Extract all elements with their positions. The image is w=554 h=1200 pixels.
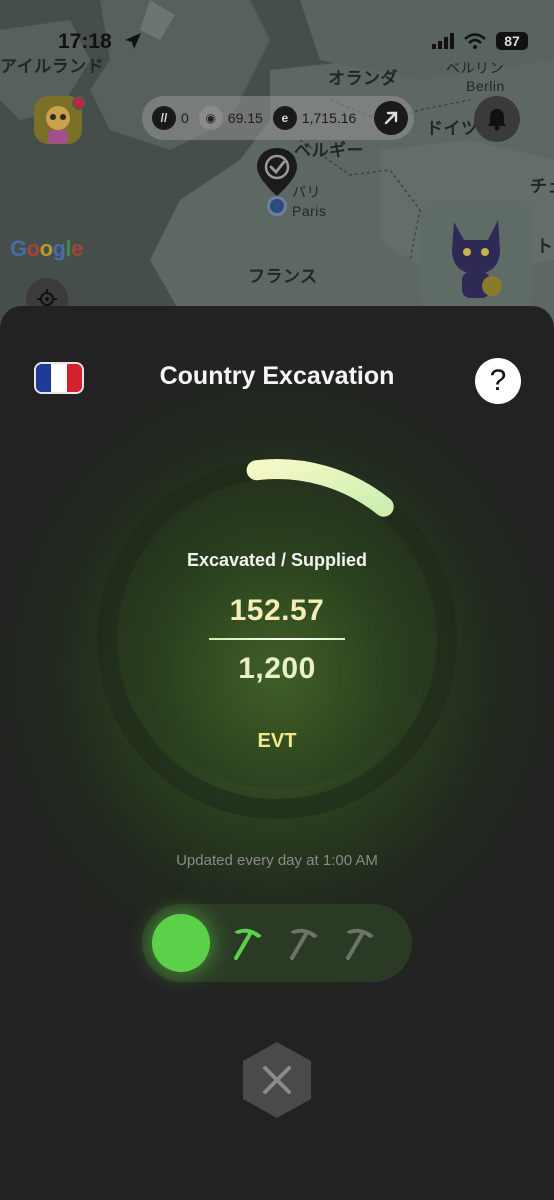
help-button[interactable]: ?: [475, 358, 521, 404]
google-logo: Google: [10, 236, 83, 261]
sheet-title: Country Excavation: [159, 362, 395, 390]
pickaxe-toggle-knob[interactable]: [152, 914, 210, 972]
pickaxe-icon[interactable]: [342, 926, 378, 962]
currency-item: e 1,715.16: [272, 106, 361, 130]
excavated-value: 152.57: [229, 594, 325, 627]
character-card[interactable]: [420, 200, 532, 312]
fraction-divider: [209, 638, 345, 640]
supplied-value: 1,200: [238, 652, 316, 685]
notification-dot: [72, 96, 86, 110]
status-icons: 87: [432, 32, 528, 50]
expand-arrow-button[interactable]: [374, 101, 408, 135]
close-button[interactable]: [241, 1040, 313, 1120]
cat-character-icon: [420, 200, 532, 312]
token-slash-icon: //: [152, 106, 176, 130]
currency-item: ◉ 69.15: [198, 106, 267, 130]
pickaxe-icon[interactable]: [286, 926, 322, 962]
currency-value: 1,715.16: [301, 110, 357, 126]
currency-bar[interactable]: // 0 ◉ 69.15 e 1,715.16: [142, 96, 414, 140]
battery-level: 87: [496, 32, 528, 50]
map-pin-icon[interactable]: [253, 146, 301, 198]
token-unit: EVT: [257, 730, 297, 752]
notifications-button[interactable]: [474, 96, 520, 142]
bell-icon: [488, 109, 506, 131]
gauge-caption: Excavated / Supplied: [186, 550, 368, 570]
current-location-dot: [267, 196, 287, 216]
currency-item: // 0: [152, 106, 193, 130]
country-excavation-sheet: Country Excavation ? Excavated / Supplie…: [0, 306, 554, 1200]
update-schedule-text: Updated every day at 1:00 AM: [176, 852, 378, 869]
signal-icon: [432, 33, 454, 49]
e-coin-icon: e: [272, 106, 297, 130]
cat-coin-icon: ◉: [198, 106, 223, 130]
currency-value: 0: [181, 110, 189, 126]
pickaxe-selector[interactable]: [142, 904, 412, 982]
pickaxe-icon[interactable]: [230, 926, 266, 962]
currency-value: 69.15: [227, 110, 263, 126]
status-time: 17:18: [58, 30, 112, 53]
location-arrow-icon: [125, 33, 141, 49]
wifi-icon: [464, 33, 486, 49]
question-mark-icon: ?: [489, 364, 507, 397]
arrow-up-right-icon: [384, 111, 398, 125]
